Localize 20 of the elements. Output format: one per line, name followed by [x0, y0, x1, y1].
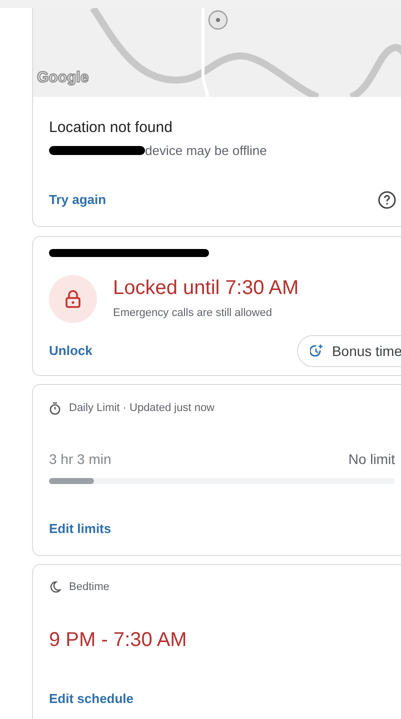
bonus-time-button[interactable]: Bonus time [296, 335, 401, 367]
lock-icon [65, 290, 81, 308]
location-subtitle: device may be offline [145, 142, 267, 160]
daily-limit-header: Daily Limit · Updated just now [69, 401, 215, 416]
location-title: Location not found [49, 118, 174, 138]
edit-limits-link[interactable]: Edit limits [49, 518, 112, 538]
timer-icon [49, 402, 61, 415]
try-again-link[interactable]: Try again [49, 190, 106, 210]
usage-time: 3 hr 3 min [49, 450, 112, 468]
unlock-link[interactable]: Unlock [49, 341, 92, 361]
lock-status: Locked until 7:30 AM [113, 276, 299, 302]
bedtime-schedule: 9 PM - 7:30 AM [48, 628, 188, 653]
edit-schedule-link[interactable]: Edit schedule [49, 689, 134, 708]
bedtime-header: Bedtime [69, 580, 110, 594]
help-icon[interactable] [377, 190, 397, 210]
limit-value: No limit [348, 450, 395, 468]
clock-plus-icon [310, 344, 324, 358]
google-logo: Google [37, 68, 89, 88]
lock-subtitle: Emergency calls are still allowed [113, 306, 273, 322]
moon-icon [49, 580, 61, 593]
